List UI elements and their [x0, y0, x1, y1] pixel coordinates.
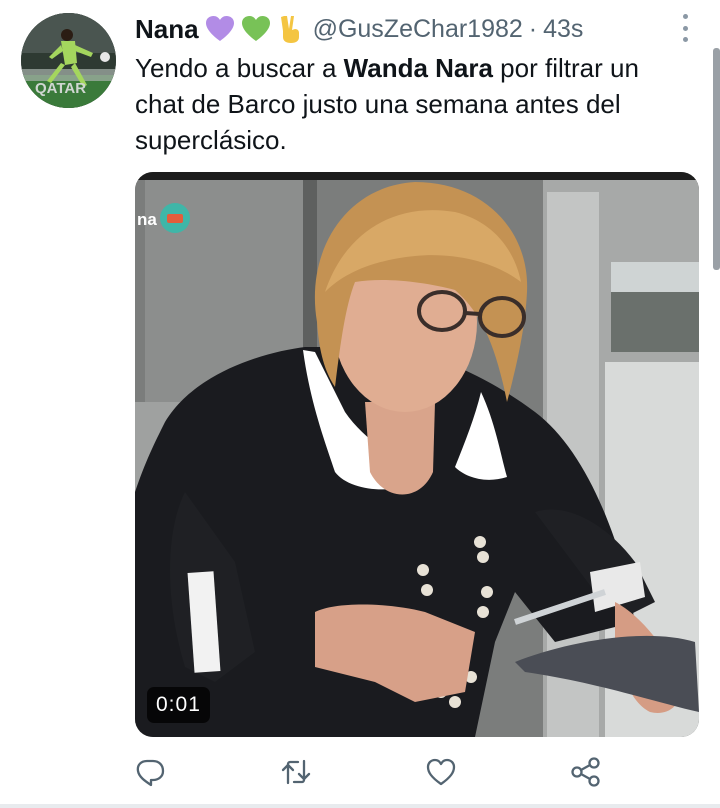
tweet-header: Nana @GusZeChar1982 · 43s	[135, 12, 583, 46]
user-handle[interactable]: @GusZeChar1982	[313, 15, 523, 44]
divider	[0, 804, 720, 808]
avatar-image: QATAR	[21, 13, 116, 108]
tweet-actions	[0, 752, 720, 792]
channel-logo-text: na	[137, 210, 157, 229]
video-duration-badge: 0:01	[147, 687, 210, 723]
video-player[interactable]: na 0:01	[135, 172, 699, 737]
share-icon[interactable]	[570, 756, 602, 788]
display-name[interactable]: Nana	[135, 14, 199, 45]
reply-icon[interactable]	[134, 756, 166, 788]
scrollbar[interactable]	[713, 48, 720, 270]
timestamp[interactable]: 43s	[543, 15, 583, 44]
green-heart-emoji	[241, 15, 271, 43]
tweet-text-part1: Yendo a buscar a	[135, 53, 344, 83]
tweet-text: Yendo a buscar a Wanda Nara por filtrar …	[135, 50, 695, 158]
separator: ·	[528, 14, 538, 43]
purple-heart-emoji	[205, 15, 235, 43]
tweet[interactable]: QATAR Nana @GusZeChar1982 · 43s Yendo a …	[0, 0, 720, 808]
more-options-icon[interactable]	[674, 14, 696, 42]
tweet-text-mention: Wanda Nara	[343, 53, 493, 83]
avatar-caption: QATAR	[35, 80, 86, 97]
like-icon[interactable]	[425, 756, 457, 788]
avatar[interactable]: QATAR	[21, 13, 116, 108]
retweet-icon[interactable]	[280, 756, 312, 788]
video-frame: na	[135, 172, 699, 737]
victory-hand-emoji	[277, 14, 303, 44]
